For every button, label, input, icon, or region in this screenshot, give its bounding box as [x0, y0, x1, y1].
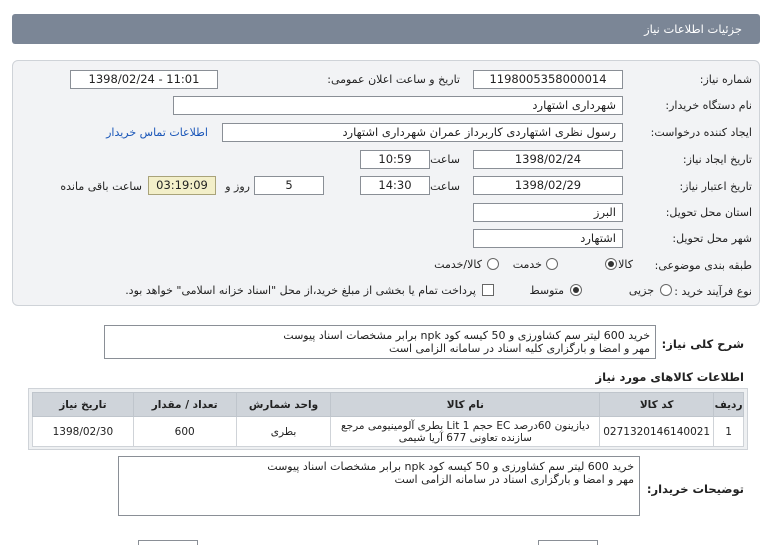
- cell-code: 0271320146140021: [599, 416, 715, 447]
- requester-field: رسول نظری اشتهاردی کاربرداز عمران شهردار…: [222, 123, 623, 142]
- category-goods-service-radio[interactable]: [487, 258, 499, 270]
- treasury-payment-note: پرداخت تمام یا بخشی از مبلغ خرید،از محل …: [125, 284, 476, 297]
- cell-name-line-2: سازنده تعاونی 677 آریا شیمی: [398, 431, 532, 444]
- requester-label: ایجاد کننده درخواست:: [650, 126, 752, 139]
- col-code: کد کالا: [599, 392, 715, 417]
- goods-table-container: ردیف کد کالا نام کالا واحد شمارش تعداد /…: [28, 388, 748, 450]
- days-label: روز و: [225, 180, 250, 193]
- goods-section-title: اطلاعات کالاهای مورد نیاز: [595, 370, 744, 384]
- table-row: 1 0271320146140021 دیازینون 60درصد EC حج…: [32, 416, 744, 447]
- cell-qty: 600: [132, 416, 237, 447]
- action-button-left[interactable]: [138, 540, 198, 545]
- summary-line-2: مهر و امضا و بارگزاری کلیه اسناد در ساما…: [388, 342, 650, 355]
- summary-line-1: خرید 600 لیتر سم کشاورزی و 50 کیسه کود n…: [283, 329, 650, 342]
- goods-table-header: ردیف کد کالا نام کالا واحد شمارش تعداد /…: [32, 392, 744, 417]
- city-field: اشتهارد: [473, 229, 623, 248]
- need-number-label: شماره نیاز:: [699, 73, 752, 86]
- category-goods-label: کالا: [618, 258, 633, 271]
- category-goods-radio[interactable]: [605, 258, 617, 270]
- time-remaining-field: 03:19:09: [148, 176, 216, 195]
- goods-table: ردیف کد کالا نام کالا واحد شمارش تعداد /…: [32, 392, 744, 447]
- created-time-field: 10:59: [360, 150, 430, 169]
- category-label: طبقه بندی موضوعی:: [654, 259, 752, 272]
- buyer-notes-label: توضیحات خریدار:: [646, 482, 744, 496]
- action-button-right[interactable]: [538, 540, 598, 545]
- category-goods-service-label: کالا/خدمت: [434, 258, 482, 271]
- process-medium-radio[interactable]: [570, 284, 582, 296]
- need-number-field: 1198005358000014: [473, 70, 623, 89]
- cell-date: 1398/02/30: [32, 416, 134, 447]
- page-header: جزئیات اطلاعات نیاز: [12, 14, 760, 44]
- validity-date-label: تاریخ اعتبار نیاز:: [679, 180, 752, 193]
- buyer-notes-box: خرید 600 لیتر سم کشاورزی و 50 کیسه کود n…: [118, 456, 640, 516]
- created-date-label: تاریخ ایجاد نیاز:: [682, 153, 752, 166]
- cell-unit: بطری: [235, 416, 332, 447]
- process-type-label: نوع فرآیند خرید :: [674, 285, 752, 298]
- days-remaining-field: 5: [254, 176, 324, 195]
- col-date: تاریخ نیاز: [32, 392, 134, 417]
- buyer-org-label: نام دستگاه خریدار:: [665, 99, 752, 112]
- province-label: استان محل تحویل:: [665, 206, 752, 219]
- category-service-radio[interactable]: [546, 258, 558, 270]
- cell-name-line-1: دیازینون 60درصد EC حجم 1 Lit بطری آلومین…: [341, 419, 590, 432]
- announce-label: تاریخ و ساعت اعلان عمومی:: [327, 73, 460, 86]
- page-title: جزئیات اطلاعات نیاز: [644, 22, 742, 36]
- process-minor-radio[interactable]: [660, 284, 672, 296]
- province-field: البرز: [473, 203, 623, 222]
- col-unit: واحد شمارش: [235, 392, 332, 417]
- col-name: نام کالا: [330, 392, 601, 417]
- validity-time-label: ساعت: [430, 180, 460, 193]
- city-label: شهر محل تحویل:: [672, 232, 752, 245]
- cell-name: دیازینون 60درصد EC حجم 1 Lit بطری آلومین…: [330, 416, 601, 447]
- buyer-org-field: شهرداری اشتهارد: [173, 96, 623, 115]
- buyer-notes-line-1: خرید 600 لیتر سم کشاورزی و 50 کیسه کود n…: [267, 460, 634, 473]
- created-date-field: 1398/02/24: [473, 150, 623, 169]
- buyer-contact-link[interactable]: اطلاعات تماس خریدار: [106, 126, 208, 139]
- process-medium-label: متوسط: [529, 284, 564, 297]
- announce-datetime-field: 1398/02/24 - 11:01: [70, 70, 218, 89]
- treasury-payment-checkbox[interactable]: [482, 284, 494, 296]
- validity-time-field: 14:30: [360, 176, 430, 195]
- col-qty: تعداد / مقدار: [132, 392, 237, 417]
- summary-label: شرح کلی نیاز:: [661, 337, 744, 351]
- validity-date-field: 1398/02/29: [473, 176, 623, 195]
- time-remaining-label: ساعت باقی مانده: [60, 180, 142, 193]
- created-time-label: ساعت: [430, 153, 460, 166]
- category-service-label: خدمت: [512, 258, 542, 271]
- buyer-notes-line-2: مهر و امضا و بارگزاری اسناد در سامانه ال…: [394, 473, 634, 486]
- process-minor-label: جزیی: [628, 284, 654, 297]
- cell-row: 1: [713, 416, 744, 447]
- col-row: ردیف: [713, 392, 744, 417]
- summary-box: خرید 600 لیتر سم کشاورزی و 50 کیسه کود n…: [104, 325, 656, 359]
